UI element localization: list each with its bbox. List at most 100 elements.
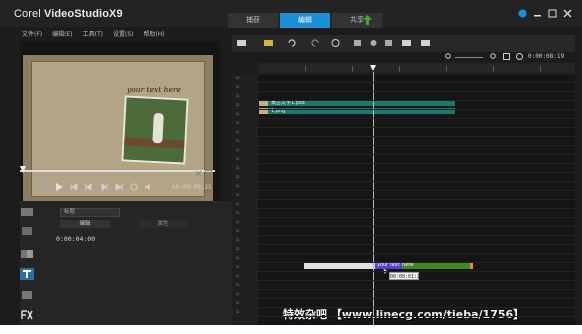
scrub-bar[interactable] bbox=[20, 170, 215, 172]
track-header-marker[interactable]: ▫ bbox=[236, 264, 239, 270]
track-header-marker[interactable]: ▫ bbox=[236, 147, 239, 153]
record-capture-icon[interactable] bbox=[330, 38, 341, 48]
track-header-marker[interactable]: ▫ bbox=[236, 75, 239, 81]
motion-track-icon[interactable] bbox=[383, 38, 394, 48]
track-row-divider bbox=[258, 118, 575, 119]
storyboard-view-icon[interactable] bbox=[236, 38, 247, 48]
help-icon[interactable] bbox=[518, 9, 527, 18]
graphic-icon[interactable] bbox=[20, 289, 34, 301]
track-row-divider bbox=[258, 226, 575, 227]
tab-edit[interactable]: 编辑 bbox=[280, 13, 330, 28]
preview-window[interactable]: your text here bbox=[23, 55, 213, 202]
track-header-marker[interactable]: ▫ bbox=[236, 111, 239, 117]
split-clip-icon[interactable] bbox=[195, 170, 202, 177]
player-timecode[interactable]: 00:00:00:25 bbox=[172, 184, 212, 191]
clip-trim-handle[interactable] bbox=[470, 262, 473, 269]
track-header-marker[interactable]: ▫ bbox=[236, 84, 239, 90]
preview-title-text[interactable]: your text here bbox=[127, 85, 181, 94]
options-category-dropdown[interactable]: 标题 bbox=[60, 208, 120, 217]
track-header-marker[interactable]: ▫ bbox=[236, 174, 239, 180]
project-duration-icon[interactable] bbox=[516, 53, 523, 60]
track-header-marker[interactable]: ▫ bbox=[236, 246, 239, 252]
timecode-tooltip: 00:00:01:25 bbox=[389, 272, 424, 280]
track-row-divider bbox=[258, 163, 575, 164]
next-frame-icon[interactable] bbox=[100, 183, 108, 191]
track-row-divider bbox=[258, 199, 575, 200]
track-header-marker[interactable]: ▫ bbox=[236, 156, 239, 162]
menu-file[interactable]: 文件(F) bbox=[22, 29, 42, 40]
track-row-divider bbox=[258, 82, 575, 83]
track-row-divider bbox=[258, 208, 575, 209]
options-duration[interactable]: 0:00:04:00 bbox=[56, 235, 95, 243]
track-header-marker[interactable]: ▫ bbox=[236, 255, 239, 261]
watermark-text: 特效杂吧 【www.linecg.com/tieba/1756】 bbox=[283, 308, 525, 321]
minimize-icon[interactable] bbox=[533, 9, 542, 18]
mode-clip-label[interactable]: 素材 bbox=[38, 187, 48, 193]
zoom-out-icon[interactable] bbox=[445, 53, 452, 60]
selected-title-clip[interactable]: your text here bbox=[375, 262, 473, 269]
menu-bar: 文件(F) 编辑(E) 工具(T) 设置(S) 帮助(H) bbox=[0, 29, 228, 40]
track-header-marker[interactable]: ▫ bbox=[236, 237, 239, 243]
track-header-marker[interactable]: ▫ bbox=[236, 129, 239, 135]
fit-project-icon[interactable] bbox=[503, 53, 510, 60]
track-header-marker[interactable]: ▫ bbox=[236, 138, 239, 144]
project-duration-timecode[interactable]: 0:00:08:19 bbox=[528, 53, 564, 60]
multi-camera-icon[interactable] bbox=[420, 38, 431, 48]
track-header-marker[interactable]: ▫ bbox=[236, 120, 239, 126]
mixer-icon[interactable] bbox=[352, 38, 363, 48]
transition-icon[interactable] bbox=[20, 248, 34, 260]
zoom-in-icon[interactable] bbox=[490, 53, 497, 60]
track-row-divider bbox=[258, 289, 575, 290]
app-title-prefix: Corel bbox=[14, 8, 41, 20]
zoom-slider[interactable] bbox=[455, 57, 483, 58]
options-panel bbox=[20, 201, 232, 325]
track-header-marker[interactable]: ▫ bbox=[236, 228, 239, 234]
media-library-icon[interactable] bbox=[20, 206, 34, 218]
track-header-marker[interactable]: ▫ bbox=[236, 102, 239, 108]
title-T-icon[interactable] bbox=[20, 268, 34, 280]
redo-icon[interactable] bbox=[309, 38, 320, 48]
track-header-marker[interactable]: ▫ bbox=[236, 183, 239, 189]
go-start-icon[interactable] bbox=[70, 183, 78, 191]
menu-edit[interactable]: 编辑(E) bbox=[52, 29, 72, 40]
track-header-marker[interactable]: ▫ bbox=[236, 93, 239, 99]
subtitle-editor-icon[interactable] bbox=[401, 38, 412, 48]
tab-capture[interactable]: 捕获 bbox=[228, 13, 278, 28]
track-header-marker[interactable]: ▫ bbox=[236, 219, 239, 225]
upload-arrow-icon[interactable] bbox=[363, 15, 372, 25]
track-manager-icon[interactable] bbox=[263, 38, 274, 48]
tab-options-attributes[interactable]: 属性 bbox=[138, 220, 188, 228]
auto-music-icon[interactable] bbox=[368, 38, 379, 48]
undo-icon[interactable] bbox=[287, 38, 298, 48]
ruler-tick bbox=[446, 66, 447, 72]
track-row-divider bbox=[258, 136, 575, 137]
menu-tools[interactable]: 工具(T) bbox=[83, 29, 103, 40]
track-row-divider bbox=[258, 262, 575, 263]
track-header-marker[interactable]: ▫ bbox=[236, 201, 239, 207]
menu-settings[interactable]: 设置(S) bbox=[113, 29, 134, 40]
track-header-marker[interactable]: ▫ bbox=[236, 300, 239, 306]
track-header-marker[interactable]: ▫ bbox=[236, 210, 239, 216]
prev-frame-icon[interactable] bbox=[85, 183, 93, 191]
menu-help[interactable]: 帮助(H) bbox=[143, 29, 164, 40]
go-end-icon[interactable] bbox=[115, 183, 123, 191]
tab-options-edit[interactable]: 编辑 bbox=[60, 220, 110, 228]
track-header-marker[interactable]: ▫ bbox=[236, 165, 239, 171]
tab-share[interactable]: 共享 bbox=[332, 13, 382, 28]
instant-project-icon[interactable] bbox=[20, 225, 34, 237]
track-header-marker[interactable]: ▫ bbox=[236, 291, 239, 297]
ruler-tick bbox=[540, 66, 541, 72]
track-header-marker[interactable]: ▫ bbox=[236, 309, 239, 315]
track-header-marker[interactable]: ▫ bbox=[236, 273, 239, 279]
title-track-clip[interactable] bbox=[304, 262, 376, 269]
close-icon[interactable] bbox=[563, 9, 572, 18]
volume-icon[interactable] bbox=[145, 183, 153, 191]
play-icon[interactable] bbox=[55, 183, 63, 191]
repeat-icon[interactable] bbox=[130, 183, 138, 191]
maximize-icon[interactable] bbox=[548, 9, 557, 18]
track-header-marker[interactable]: ▫ bbox=[236, 192, 239, 198]
track-header-marker[interactable]: ▫ bbox=[236, 282, 239, 288]
fx-filter-icon[interactable] bbox=[20, 309, 34, 321]
app-title: Corel VideoStudioX9 bbox=[14, 8, 123, 20]
enlarge-icon[interactable] bbox=[205, 170, 212, 177]
